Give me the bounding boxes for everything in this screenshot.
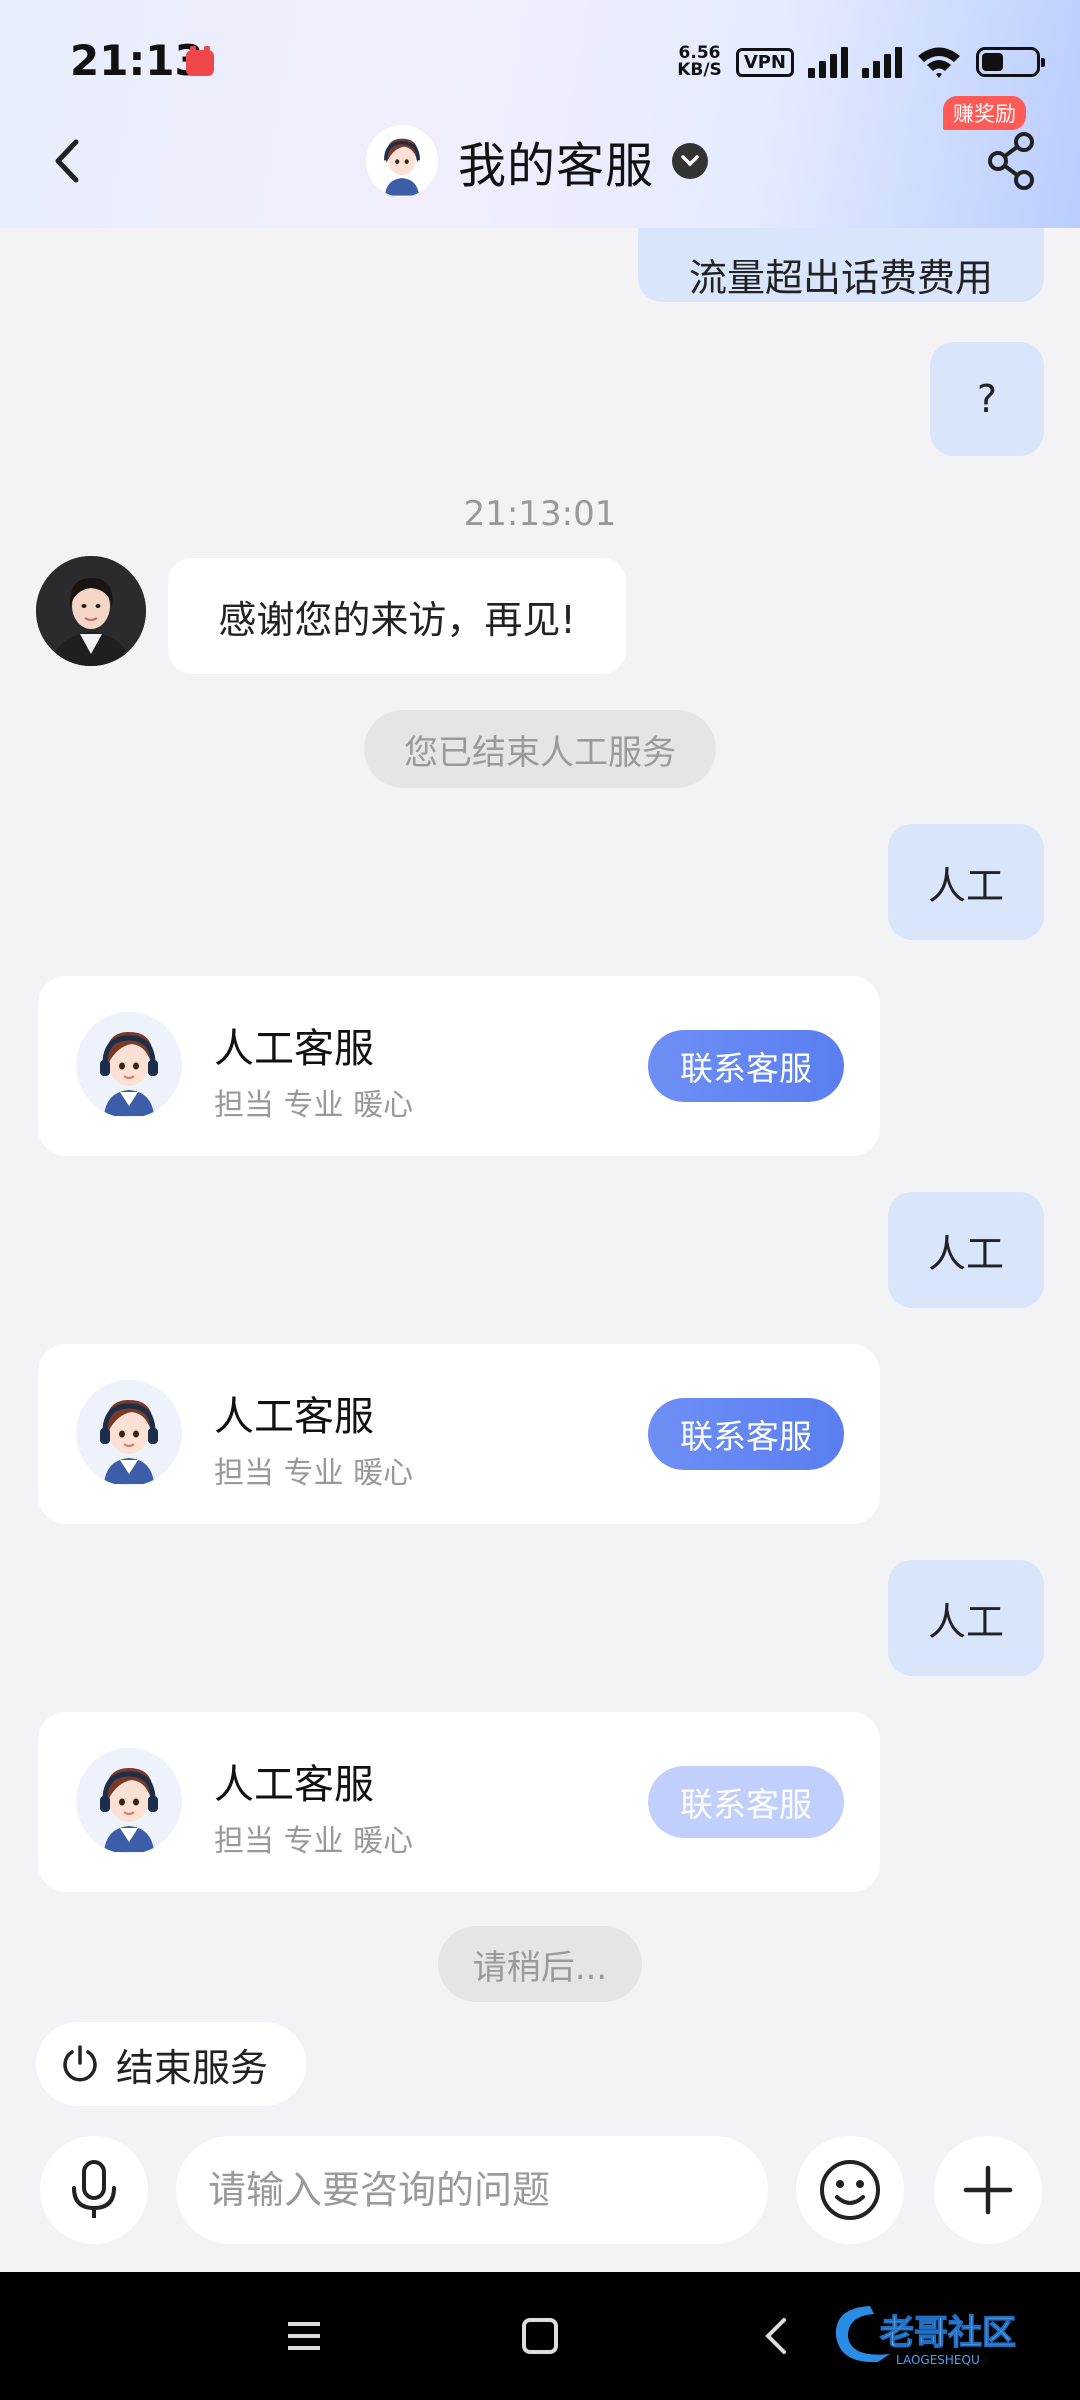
card-subtitle: 担当 专业 暖心 — [214, 1456, 414, 1491]
end-service-label: 结束服务 — [116, 2045, 269, 2090]
service-card: 人工客服 担当 专业 暖心 联系客服 — [38, 976, 880, 1156]
message-text: 人工 — [927, 1599, 1004, 1644]
network-speed: 6.56 KB/S — [677, 45, 722, 79]
signal-icon — [808, 46, 848, 78]
watermark-subtext: LAOGESHEQU — [896, 2353, 980, 2367]
end-service-button[interactable]: 结束服务 — [36, 2022, 306, 2106]
card-title: 人工客服 — [214, 1026, 374, 1072]
question-input[interactable] — [176, 2136, 768, 2244]
back-nav-icon[interactable] — [746, 2306, 806, 2366]
message-text: 感谢您的来访，再见! — [218, 597, 576, 642]
system-notice: 您已结束人工服务 — [364, 710, 716, 788]
title-dropdown[interactable]: 我的客服 — [366, 124, 709, 198]
contact-service-button[interactable]: 联系客服 — [648, 1030, 844, 1102]
reward-badge[interactable]: 赚奖励 — [943, 96, 1026, 130]
service-avatar — [76, 1748, 182, 1854]
status-time: 21:13 — [70, 36, 204, 85]
message-timestamp: 21:13:01 — [463, 494, 617, 534]
card-title: 人工客服 — [214, 1394, 374, 1440]
emoji-button[interactable] — [796, 2136, 904, 2244]
voice-input-button[interactable] — [40, 2136, 148, 2244]
vpn-badge: VPN — [735, 47, 794, 77]
menu-icon[interactable] — [274, 2306, 334, 2366]
chat-area[interactable]: 流量超出话费费用 ? 21:13:01 感谢您的来访，再见! 您已结束人工服务 … — [0, 0, 1080, 2270]
back-icon[interactable] — [40, 126, 96, 196]
more-button[interactable] — [934, 2136, 1042, 2244]
network-speed-unit: KB/S — [677, 60, 722, 80]
signal-icon — [862, 46, 902, 78]
waiting-notice-text: 请稍后... — [472, 1947, 608, 1988]
contact-service-button[interactable]: 联系客服 — [648, 1398, 844, 1470]
service-card: 人工客服 担当 专业 暖心 联系客服 — [38, 1344, 880, 1524]
share-icon[interactable] — [984, 130, 1040, 192]
card-title: 人工客服 — [214, 1762, 374, 1808]
battery-icon — [976, 47, 1045, 77]
card-subtitle: 担当 专业 暖心 — [214, 1088, 414, 1123]
message-text: 人工 — [927, 1231, 1004, 1276]
service-avatar — [366, 125, 438, 197]
page-title: 我的客服 — [458, 138, 655, 194]
message-text: 流量超出话费费用 — [688, 255, 993, 300]
watermark-text: 老哥社区 — [880, 2313, 1016, 2353]
power-icon — [63, 2045, 97, 2082]
home-icon[interactable] — [510, 2306, 570, 2366]
message-text: 人工 — [927, 863, 1004, 908]
message-bubble-outgoing: 人工 — [888, 824, 1044, 940]
service-avatar — [76, 1012, 182, 1118]
system-nav-bar: 老哥社区 LAOGESHEQU — [0, 2272, 1080, 2400]
waiting-notice: 请稍后... — [438, 1926, 642, 2002]
wifi-icon — [918, 47, 960, 78]
agent-avatar — [36, 556, 146, 666]
message-bubble-outgoing: 人工 — [888, 1192, 1044, 1308]
message-bubble-incoming: 感谢您的来访，再见! — [168, 558, 626, 674]
input-bar — [0, 2124, 1080, 2272]
status-icons: 6.56 KB/S VPN — [677, 42, 1045, 82]
contact-service-button[interactable]: 联系客服 — [648, 1766, 844, 1838]
notification-app-icon — [186, 46, 214, 76]
plus-icon — [963, 2165, 1013, 2215]
service-card: 人工客服 担当 专业 暖心 联系客服 — [38, 1712, 880, 1892]
service-avatar — [76, 1380, 182, 1486]
watermark-logo: 老哥社区 LAOGESHEQU — [835, 2306, 1017, 2367]
microphone-icon — [72, 2160, 116, 2218]
message-bubble-outgoing: 人工 — [888, 1560, 1044, 1676]
card-subtitle: 担当 专业 暖心 — [214, 1824, 414, 1859]
emoji-icon — [820, 2160, 880, 2220]
system-notice-text: 您已结束人工服务 — [404, 732, 676, 773]
message-bubble-outgoing: ? — [930, 342, 1044, 456]
message-text: ? — [976, 377, 998, 421]
app-header: 21:13 6.56 KB/S VPN 我的客服 赚奖励 — [0, 0, 1080, 228]
chevron-down-icon — [672, 143, 709, 179]
